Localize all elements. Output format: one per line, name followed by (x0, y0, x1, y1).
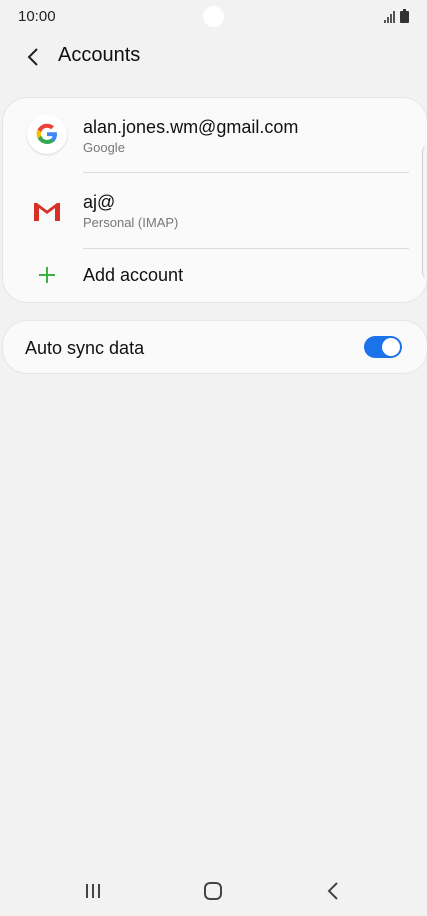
recent-apps-button[interactable] (73, 874, 113, 908)
back-icon (327, 882, 338, 900)
status-time: 10:00 (18, 8, 56, 25)
scrollbar[interactable] (422, 146, 427, 278)
signal-icon (384, 11, 395, 23)
status-icons (384, 9, 409, 23)
account-type: Personal (IMAP) (83, 215, 179, 230)
battery-icon (400, 9, 409, 23)
chevron-left-icon (27, 48, 38, 66)
page-title: Accounts (58, 44, 141, 66)
account-name: alan.jones.wm@gmail.com (83, 117, 299, 137)
home-icon (204, 882, 222, 900)
account-type: Google (83, 140, 125, 155)
recent-apps-icon (86, 884, 100, 898)
app-header: Accounts (0, 34, 427, 80)
back-button[interactable] (18, 42, 48, 72)
nav-back-button[interactable] (313, 874, 353, 908)
plus-icon (39, 267, 55, 283)
auto-sync-label: Auto sync data (25, 338, 145, 358)
toggle-knob (382, 338, 400, 356)
account-name: aj@ (83, 192, 116, 212)
google-icon (27, 114, 67, 154)
account-row-imap[interactable]: aj@ Personal (IMAP) (3, 173, 427, 248)
status-bar: 10:00 (0, 0, 427, 34)
front-camera (203, 6, 224, 27)
accounts-card: alan.jones.wm@gmail.com Google aj@ Perso… (3, 98, 427, 302)
gmail-icon (27, 191, 67, 231)
home-button[interactable] (193, 874, 233, 908)
navigation-bar (0, 866, 427, 916)
auto-sync-row[interactable]: Auto sync data (3, 321, 427, 373)
add-account-button[interactable]: Add account (3, 248, 427, 302)
account-row-google[interactable]: alan.jones.wm@gmail.com Google (3, 98, 427, 173)
add-account-label: Add account (83, 265, 184, 285)
auto-sync-toggle[interactable] (364, 336, 402, 358)
